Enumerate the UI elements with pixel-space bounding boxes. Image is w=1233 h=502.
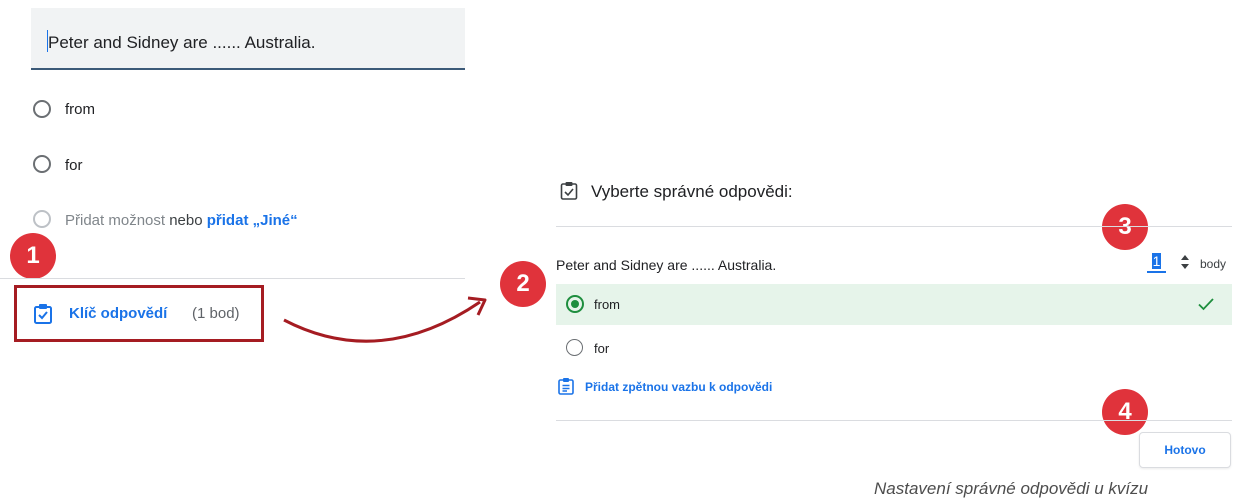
step-badge-4: 4 [1102, 389, 1148, 435]
answer-option-from[interactable]: from [594, 297, 620, 312]
add-feedback-link[interactable]: Přidat zpětnou vazbu k odpovědi [585, 380, 772, 394]
checklist-icon [560, 182, 578, 200]
add-option-radio-icon [33, 210, 51, 228]
points-input[interactable]: 1 [1147, 251, 1166, 273]
flow-arrow-icon [283, 296, 487, 343]
done-button[interactable]: Hotovo [1139, 432, 1231, 468]
step-badge-1: 1 [10, 233, 56, 279]
answer-key-icon [34, 304, 52, 324]
answer-panel-title: Vyberte správné odpovědi: [591, 182, 793, 201]
option-label-for[interactable]: for [65, 157, 83, 174]
add-option-row: Přidat možnost nebo přidat „Jiné“ [65, 212, 298, 229]
step-badge-2: 2 [500, 261, 546, 307]
divider [556, 226, 1232, 227]
answer-option-for[interactable]: for [594, 341, 609, 356]
or-text: nebo [169, 212, 203, 229]
question-title-text: Peter and Sidney are ...... Australia. [48, 33, 316, 52]
feedback-icon [558, 378, 574, 395]
radio-selected-icon[interactable] [566, 295, 584, 313]
add-option-link[interactable]: Přidat možnost [65, 212, 165, 229]
option-radio-icon [33, 155, 51, 173]
divider [556, 420, 1232, 421]
answer-panel-question: Peter and Sidney are ...... Australia. [556, 257, 777, 273]
correct-answer-row[interactable] [556, 284, 1232, 325]
correct-check-icon [1198, 298, 1214, 311]
answer-key-points: (1 bod) [192, 305, 240, 322]
answer-key-button[interactable]: Klíč odpovědí [69, 305, 167, 322]
points-unit-label: body [1200, 257, 1227, 271]
option-radio-icon [33, 100, 51, 118]
step-badge-3: 3 [1102, 204, 1148, 250]
option-label-from[interactable]: from [65, 101, 95, 118]
points-spinner-icon[interactable] [1180, 253, 1190, 271]
add-other-link[interactable]: přidat „Jiné“ [207, 212, 298, 229]
divider [0, 278, 465, 279]
figure-caption: Nastavení správné odpovědi u kvízu [874, 479, 1149, 498]
radio-unselected-icon[interactable] [566, 339, 583, 356]
